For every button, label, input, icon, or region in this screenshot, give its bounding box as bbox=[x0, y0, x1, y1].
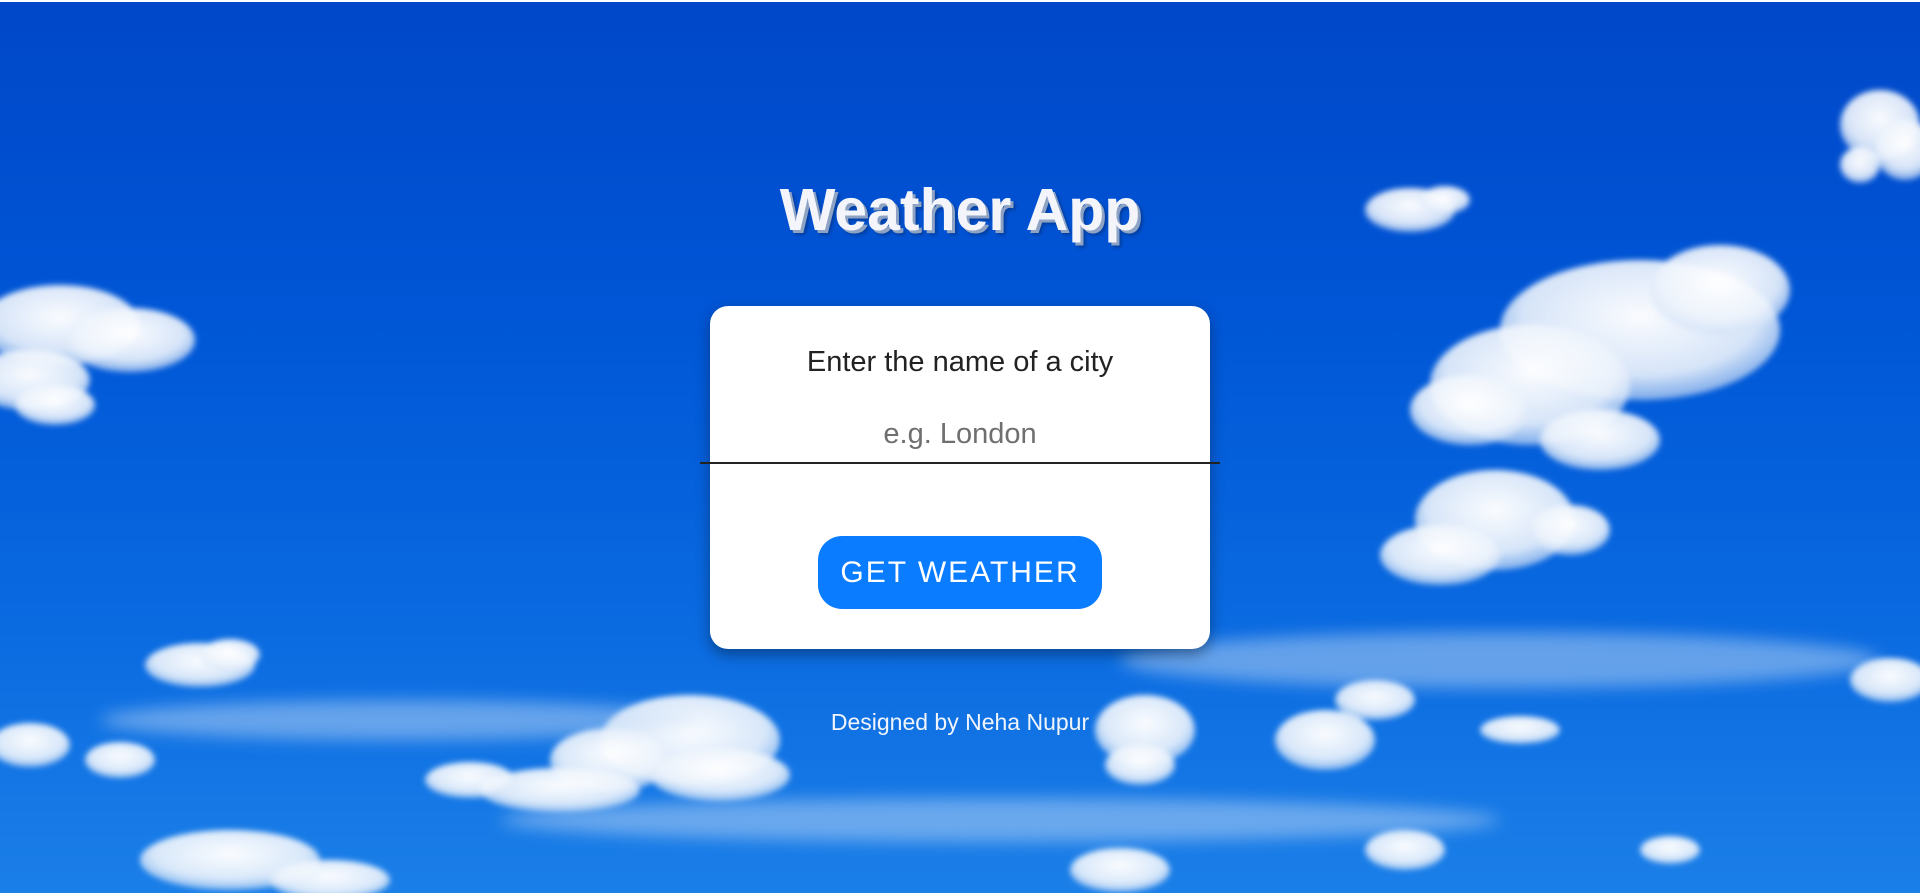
app-title: Weather App bbox=[779, 177, 1141, 243]
cloud-bottom-left bbox=[0, 723, 390, 893]
page: Weather App Enter the name of a city GET… bbox=[0, 0, 1920, 893]
city-prompt-label: Enter the name of a city bbox=[806, 346, 1114, 378]
cloud-right-large bbox=[1410, 245, 1790, 470]
cloud-bottom-right bbox=[1275, 658, 1920, 870]
search-card: Enter the name of a city GET WEATHER bbox=[700, 306, 1220, 649]
cloud-left-lower bbox=[145, 639, 260, 687]
city-input[interactable] bbox=[700, 406, 1220, 464]
designer-credit: Designed by Neha Nupur bbox=[830, 709, 1090, 735]
get-weather-button[interactable]: GET WEATHER bbox=[818, 536, 1102, 609]
haze-streaks bbox=[100, 632, 1880, 842]
cloud-left-upper bbox=[0, 285, 195, 425]
cloud-right-mid bbox=[1380, 470, 1610, 585]
